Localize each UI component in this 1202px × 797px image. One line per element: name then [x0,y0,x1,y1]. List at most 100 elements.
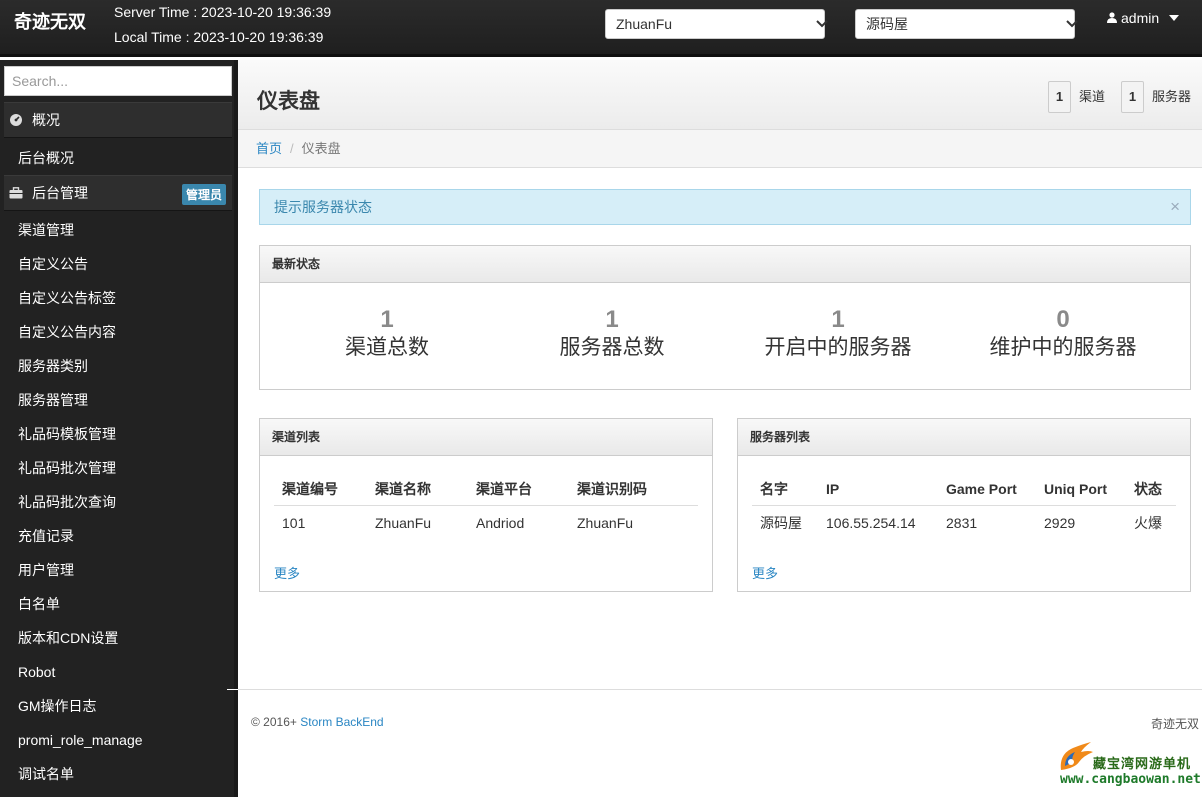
stat-label: 渠道总数 [345,336,429,359]
dashboard-icon [8,112,24,128]
table-cell: ZhuanFu [577,515,634,532]
column-header: 名字 [752,473,826,506]
footer-brand: 奇迹无双 [1150,717,1199,731]
server-count-badge: 1 [1121,81,1144,113]
stat-value: 1 [380,306,394,333]
column-header: 渠道识别码 [577,473,698,506]
channel-select[interactable]: ZhuanFu [605,9,828,39]
user-icon [1107,10,1117,26]
breadcrumb-separator: / [290,141,294,156]
table-cell: 101 [282,515,306,532]
sidebar-item-overview[interactable]: 后台概况 [4,141,232,175]
sidebar-section-label: 后台管理 [32,185,88,201]
sidebar-item-whitelist[interactable]: 白名单 [4,587,232,621]
more-link[interactable]: 更多 [752,563,778,582]
sidebar-item-robot[interactable]: Robot [4,655,232,689]
page-title: 仪表盘 [257,90,320,113]
table-cell: ZhuanFu [375,515,432,532]
channel-select-value: ZhuanFu [616,16,673,32]
sidebar-section-overview[interactable]: 概况 [4,102,232,138]
table-cell: 2831 [946,515,978,532]
sidebar-item-recharge[interactable]: 充值记录 [4,519,232,553]
channel-list-panel: 渠道列表 渠道编号 渠道名称 渠道平台 渠道识别码 101 ZhuanFu An… [259,418,713,592]
breadcrumb: 首页 / 仪表盘 [238,130,1202,168]
copyright-text: © 2016+ [251,715,297,729]
user-name: admin [1121,10,1160,26]
column-header: Game Port [946,473,1044,506]
panel-title: 服务器列表 [738,419,1190,456]
breadcrumb-current: 仪表盘 [301,141,341,156]
status-panel: 最新状态 1 渠道总数 1 服务器总数 1 开启中的服务器 0 维护中的服务器 [259,245,1191,390]
server-select[interactable]: 源码屋 [855,9,1078,39]
info-alert: 提示服务器状态 × [259,189,1191,225]
table-cell: 源码屋 [760,515,802,532]
table-header-row: 渠道编号 渠道名称 渠道平台 渠道识别码 [274,473,698,506]
sidebar-item-server-manage[interactable]: 服务器管理 [4,383,232,417]
sidebar-item-notice-content[interactable]: 自定义公告内容 [4,315,232,349]
alert-text: 提示服务器状态 [274,199,372,215]
server-table: 名字 IP Game Port Uniq Port 状态 源码屋 106.55.… [752,473,1176,541]
table-cell: 106.55.254.14 [826,515,916,532]
top-navbar: 奇迹无双 Server Time : 2023-10-20 19:36:39 L… [0,0,1202,57]
sidebar-item-giftcode-query[interactable]: 礼品码批次查询 [4,485,232,519]
sidebar-item-server-category[interactable]: 服务器类别 [4,349,232,383]
local-time: Local Time : 2023-10-20 19:36:39 [114,29,324,45]
stat-server-maintenance: 0 维护中的服务器 [950,306,1176,362]
column-header: 状态 [1134,473,1176,506]
channel-count-badge: 1 [1048,81,1071,113]
sidebar-item-users[interactable]: 用户管理 [4,553,232,587]
user-menu[interactable]: admin [1107,10,1180,26]
stat-value: 1 [605,306,619,333]
watermark-url: www.cangbaowan.net [1060,772,1201,787]
server-count-label: 服务器 [1152,89,1192,104]
table-row: 101 ZhuanFu Andriod ZhuanFu [274,505,698,541]
column-header: 渠道平台 [476,473,577,506]
briefcase-icon [8,185,24,201]
sidebar-item-giftcode-template[interactable]: 礼品码模板管理 [4,417,232,451]
column-header: IP [826,473,946,506]
sidebar-item-debug-list[interactable]: 调试名单 [4,757,232,791]
caret-down-icon [1169,15,1180,21]
table-cell: 火爆 [1134,515,1162,532]
close-icon[interactable]: × [1170,190,1180,224]
stat-label: 服务器总数 [559,336,665,359]
sidebar-section-label: 概况 [32,112,60,128]
stat-value: 1 [831,306,845,333]
brand-title[interactable]: 奇迹无双 [14,8,86,34]
table-cell: 2929 [1044,515,1076,532]
sidebar: 概况 后台概况 后台管理 管理员 渠道管理 自定义公告 自定义公告标签 自定义公… [0,60,238,797]
sidebar-item-role-manage[interactable]: promi_role_manage [4,723,232,757]
column-header: 渠道编号 [274,473,375,506]
sidebar-item-channel-manage[interactable]: 渠道管理 [4,213,232,247]
search-input[interactable] [4,66,232,96]
footer-link[interactable]: Storm BackEnd [300,715,383,729]
stat-value: 0 [1056,306,1070,333]
stat-label: 维护中的服务器 [989,336,1137,359]
breadcrumb-home[interactable]: 首页 [256,141,282,156]
stat-label: 开启中的服务器 [764,336,912,359]
server-list-panel: 服务器列表 名字 IP Game Port Uniq Port 状态 源码屋 1… [737,418,1191,592]
sidebar-item-gm-log[interactable]: GM操作日志 [4,689,232,723]
page-header: 仪表盘 1 渠道 1 服务器 [238,60,1202,130]
sidebar-item-cdn-settings[interactable]: 版本和CDN设置 [4,621,232,655]
table-header-row: 名字 IP Game Port Uniq Port 状态 [752,473,1176,506]
sidebar-item-giftcode-batch[interactable]: 礼品码批次管理 [4,451,232,485]
stat-server-open: 1 开启中的服务器 [725,306,951,362]
watermark-text: 藏宝湾网游单机 [1093,756,1192,771]
watermark-emblem-icon [1060,742,1093,770]
channel-table: 渠道编号 渠道名称 渠道平台 渠道识别码 101 ZhuanFu Andriod… [274,473,698,541]
table-cell: Andriod [476,515,525,532]
column-header: Uniq Port [1044,473,1134,506]
sidebar-item-custom-notice[interactable]: 自定义公告 [4,247,232,281]
channel-count-label: 渠道 [1079,89,1106,104]
divider [227,689,238,690]
time-display: Server Time : 2023-10-20 19:36:39 Local … [114,0,331,50]
stat-server-total: 1 服务器总数 [499,306,725,362]
column-header: 渠道名称 [375,473,476,506]
footer-copyright: © 2016+ Storm BackEnd [251,715,384,729]
sidebar-section-admin[interactable]: 后台管理 管理员 [4,175,232,211]
server-time: Server Time : 2023-10-20 19:36:39 [114,4,332,20]
more-link[interactable]: 更多 [274,563,300,582]
panel-title: 渠道列表 [260,419,712,456]
sidebar-item-notice-tags[interactable]: 自定义公告标签 [4,281,232,315]
